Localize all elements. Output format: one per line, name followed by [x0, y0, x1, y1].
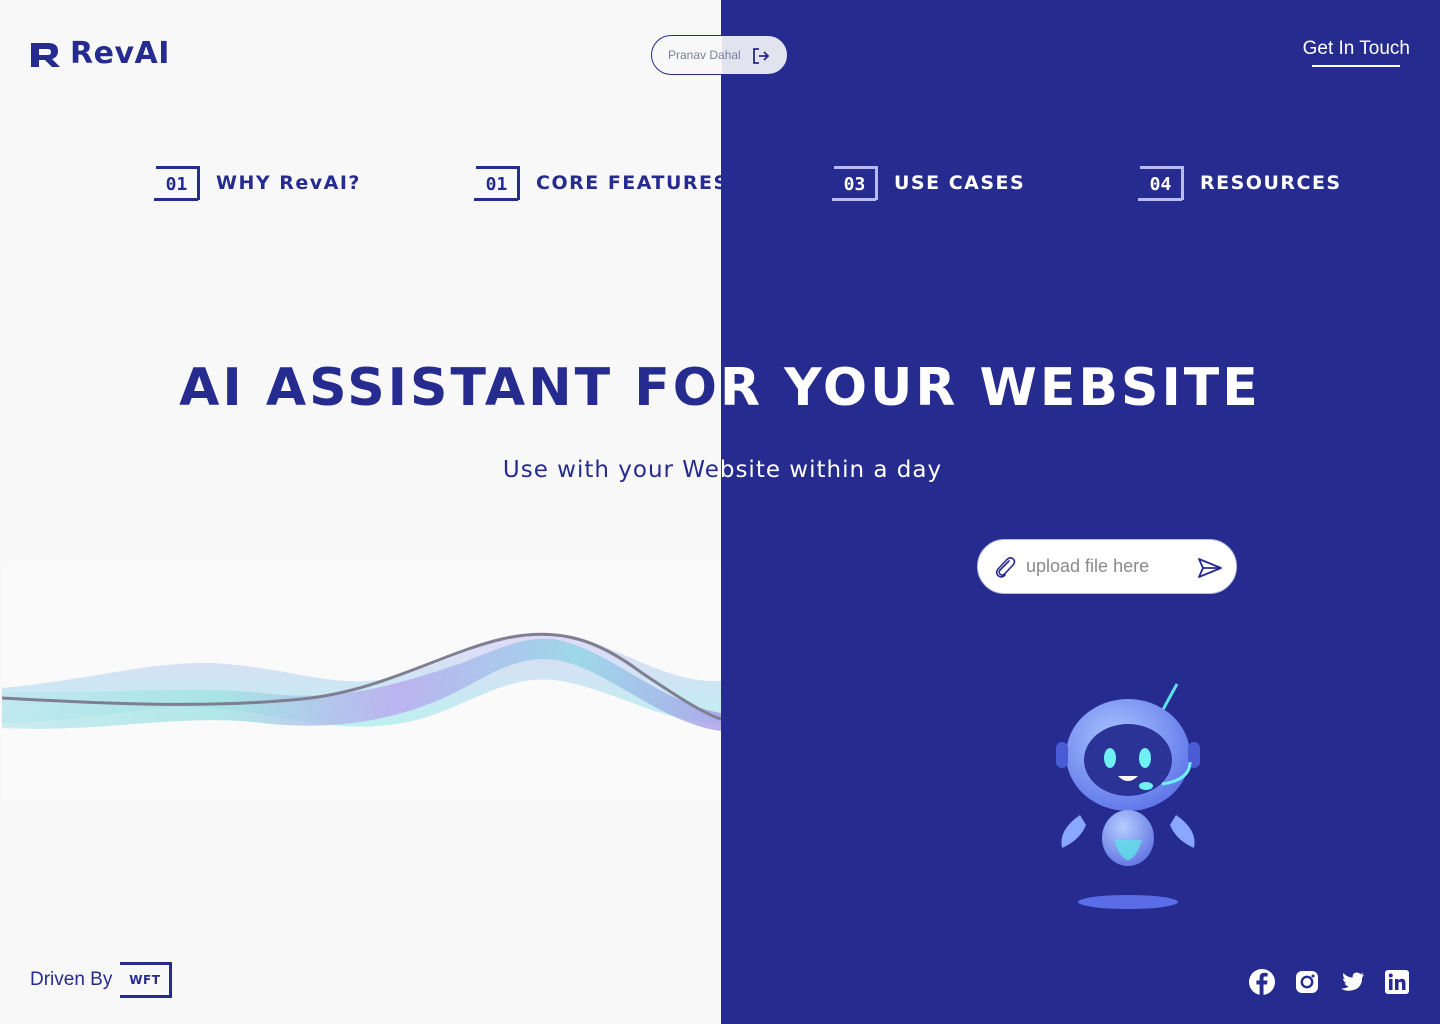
send-icon[interactable]: [1196, 554, 1224, 582]
wft-badge[interactable]: WFT: [120, 962, 173, 998]
robot-mascot-illustration: [1050, 680, 1210, 915]
nav-why-revai[interactable]: 01 WHY RevAI?: [154, 166, 361, 201]
brand-logo[interactable]: RevAI: [30, 36, 170, 71]
nav-number: 01: [474, 166, 520, 201]
facebook-icon[interactable]: [1248, 968, 1276, 996]
brand-name: RevAI: [70, 36, 170, 71]
nav-number: 01: [154, 166, 200, 201]
hero-title: AI ASSISTANT FOR YOUR WEBSITE AI ASSISTA…: [0, 350, 1440, 430]
nav-resources[interactable]: 04 RESOURCES: [1138, 166, 1342, 201]
nav-core-features[interactable]: 01 CORE FEATURES: [474, 166, 729, 201]
driven-by-label: Driven By: [30, 969, 113, 990]
nav-label: RESOURCES: [1200, 172, 1342, 194]
nav-label: USE CASES: [894, 172, 1026, 194]
twitter-icon[interactable]: [1338, 968, 1366, 996]
nav-number: 04: [1138, 166, 1184, 201]
paperclip-icon[interactable]: [992, 554, 1018, 580]
nav-number: 03: [832, 166, 878, 201]
wave-illustration: [1, 563, 722, 803]
logo-mark-icon: [31, 42, 60, 67]
nav-use-cases[interactable]: 03 USE CASES: [832, 166, 1026, 201]
get-in-touch-label: Get In Touch: [1302, 38, 1410, 59]
nav-label: WHY RevAI?: [216, 172, 361, 194]
user-account-button[interactable]: Pranav Dahal: [651, 35, 788, 75]
hero-subtitle: Use with your Website within a day Use w…: [0, 452, 1440, 488]
upload-file-field[interactable]: [977, 539, 1237, 594]
get-in-touch-underline: [1312, 65, 1401, 67]
user-name: Pranav Dahal: [668, 48, 741, 62]
logout-icon[interactable]: [751, 46, 771, 66]
instagram-icon[interactable]: [1293, 968, 1321, 996]
linkedin-icon[interactable]: [1383, 968, 1411, 996]
upload-file-input[interactable]: [1024, 555, 1188, 578]
driven-by: Driven By WFT: [30, 962, 173, 998]
nav-label: CORE FEATURES: [536, 172, 729, 194]
get-in-touch-link[interactable]: Get In Touch: [1303, 38, 1410, 67]
